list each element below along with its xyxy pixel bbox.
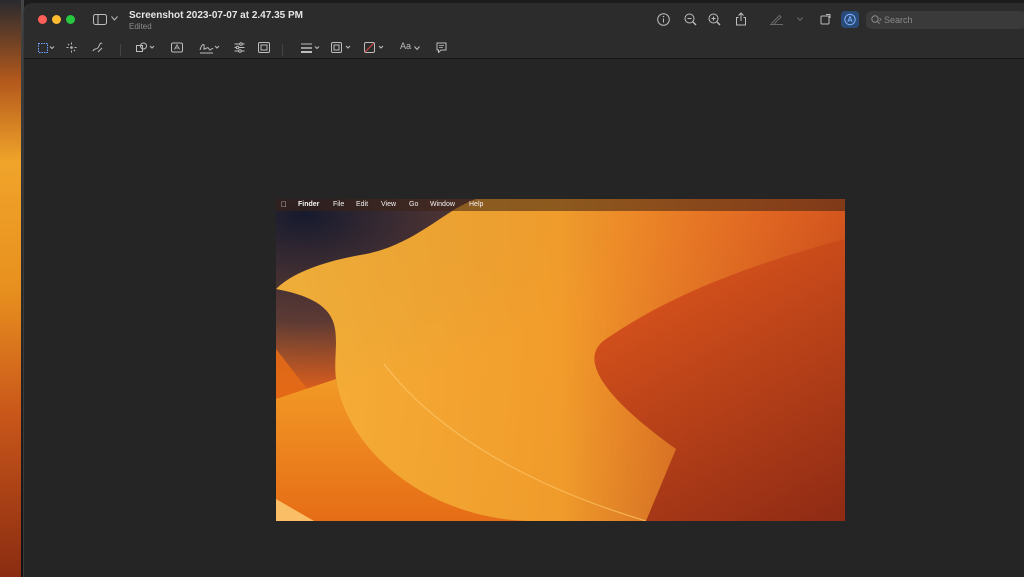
zoom-out-icon[interactable] — [684, 13, 697, 26]
highlight-icon[interactable] — [770, 13, 783, 25]
search-field[interactable]: Search — [866, 11, 1024, 29]
line-style-icon[interactable] — [301, 43, 321, 53]
adjust-size-icon[interactable] — [258, 42, 270, 53]
minimize-button[interactable] — [52, 15, 61, 24]
zoom-button[interactable] — [66, 15, 75, 24]
menu-item-finder: Finder — [298, 201, 320, 208]
wallpaper-artwork — [276, 199, 845, 521]
text-box-icon[interactable] — [171, 42, 183, 53]
document-canvas[interactable]:  Finder File Edit View Go Window Help — [24, 59, 1024, 577]
info-icon[interactable] — [657, 13, 670, 26]
menu-item-help: Help — [469, 201, 484, 208]
desktop-wallpaper-edge — [0, 0, 24, 577]
menu-item-file: File — [333, 201, 345, 208]
fill-color-icon[interactable] — [364, 42, 386, 53]
signature-icon[interactable] — [199, 42, 221, 54]
instant-alpha-icon[interactable] — [66, 42, 77, 53]
rotate-icon[interactable] — [820, 12, 832, 25]
highlight-chevron-icon[interactable] — [797, 17, 803, 21]
shapes-icon[interactable] — [136, 42, 156, 53]
sidebar-icon[interactable] — [93, 14, 107, 25]
markup-icon[interactable] — [841, 11, 859, 28]
chevron-down-icon[interactable] — [111, 16, 118, 21]
search-icon — [871, 15, 882, 25]
title-bar: Screenshot 2023-07-07 at 2.47.35 PM Edit… — [24, 3, 1024, 37]
menu-item-go: Go — [409, 201, 419, 208]
document-status: Edited — [129, 22, 152, 31]
menu-item-window: Window — [430, 201, 455, 208]
macos-menubar:  Finder File Edit View Go Window Help — [276, 199, 845, 211]
document-title[interactable]: Screenshot 2023-07-07 at 2.47.35 PM — [129, 10, 303, 21]
menu-item-view: View — [381, 201, 397, 208]
border-color-icon[interactable] — [331, 42, 353, 53]
preview-window: Screenshot 2023-07-07 at 2.47.35 PM Edit… — [24, 3, 1024, 577]
adjust-color-icon[interactable] — [234, 42, 245, 53]
search-placeholder: Search — [884, 15, 913, 25]
note-icon[interactable] — [436, 42, 447, 53]
screenshot-image:  Finder File Edit View Go Window Help — [276, 199, 845, 521]
toolbar-separator — [282, 44, 283, 56]
close-button[interactable] — [38, 15, 47, 24]
text-style-chevron-icon[interactable] — [414, 46, 420, 50]
share-icon[interactable] — [735, 12, 747, 26]
sketch-icon[interactable] — [92, 42, 103, 53]
rect-select-icon[interactable] — [38, 43, 56, 53]
apple-icon:  — [281, 200, 287, 209]
menu-item-edit: Edit — [356, 201, 369, 208]
toolbar-separator — [120, 44, 121, 56]
text-style-button[interactable]: Aa — [400, 41, 411, 51]
zoom-in-icon[interactable] — [708, 13, 721, 26]
